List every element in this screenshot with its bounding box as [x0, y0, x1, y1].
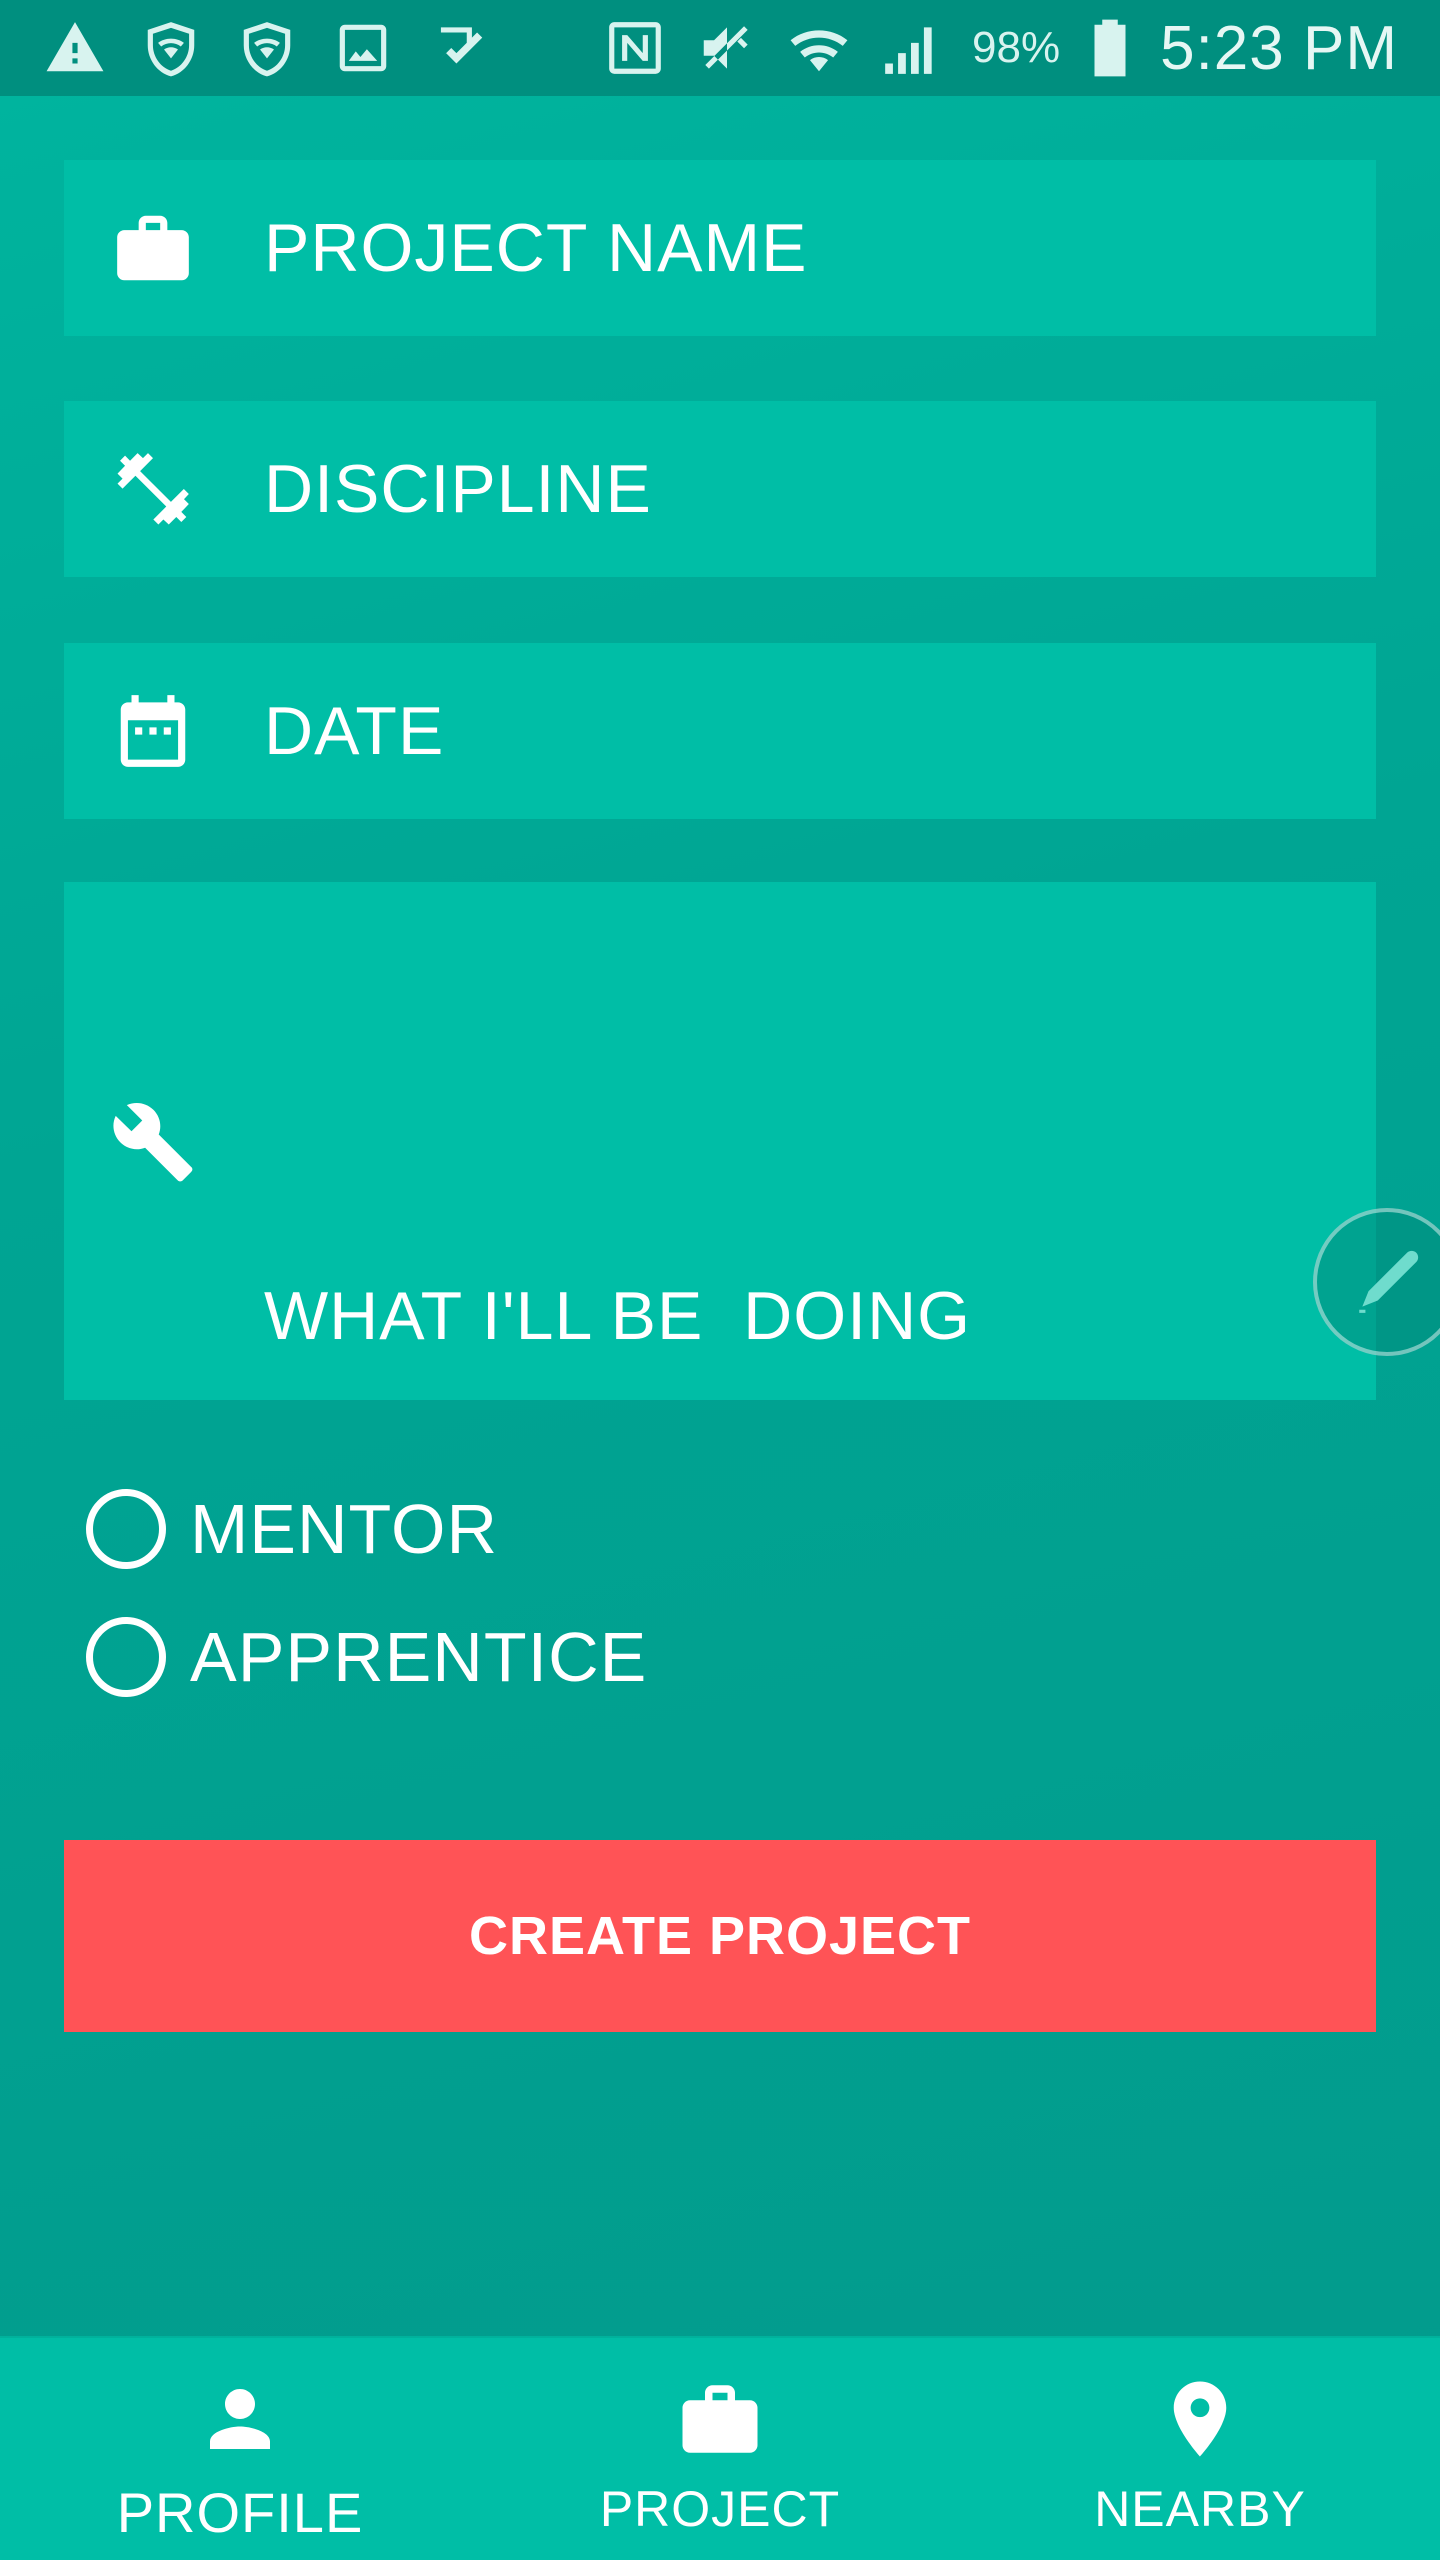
shield-wifi-icon — [140, 17, 202, 79]
create-project-button[interactable]: CREATE PROJECT — [64, 1840, 1376, 2032]
nav-project[interactable]: PROJECT — [480, 2338, 960, 2560]
bottom-nav: PROFILE PROJECT NEARBY — [0, 2336, 1440, 2560]
project-name-field[interactable]: PROJECT NAME — [64, 160, 1376, 336]
signal-icon — [880, 17, 942, 79]
battery-icon — [1090, 17, 1130, 79]
mentor-radio-circle[interactable] — [86, 1489, 166, 1569]
date-placeholder: DATE — [264, 693, 445, 769]
screen: 98% 5:23 PM PROJECT NAME DISCIPLINE DATE… — [0, 0, 1440, 2560]
apprentice-radio[interactable]: APPRENTICE — [86, 1612, 647, 1702]
location-pin-icon — [1173, 2381, 1227, 2457]
status-right-icons: 98% 5:23 PM — [604, 13, 1398, 84]
project-name-placeholder: PROJECT NAME — [264, 210, 808, 286]
briefcase-icon — [108, 203, 198, 293]
fitness-icon — [108, 444, 198, 534]
nav-nearby[interactable]: NEARBY — [960, 2338, 1440, 2560]
date-field[interactable]: DATE — [64, 643, 1376, 819]
wrench-icon — [108, 1097, 198, 1187]
mentor-radio[interactable]: MENTOR — [86, 1484, 498, 1574]
status-bar: 98% 5:23 PM — [0, 0, 1440, 96]
calendar-icon — [108, 686, 198, 776]
wifi-icon — [788, 17, 850, 79]
mute-icon — [696, 17, 758, 79]
mentor-label: MENTOR — [190, 1490, 499, 1568]
description-field[interactable]: WHAT I'LL BE DOING — [64, 882, 1376, 1400]
briefcase-icon — [682, 2385, 758, 2453]
nav-nearby-label: NEARBY — [1094, 2481, 1306, 2537]
status-left-icons — [44, 17, 490, 79]
discipline-field[interactable]: DISCIPLINE — [64, 401, 1376, 577]
description-placeholder: WHAT I'LL BE DOING — [264, 1278, 972, 1354]
clock: 5:23 PM — [1160, 13, 1398, 83]
person-icon — [210, 2389, 270, 2449]
discipline-placeholder: DISCIPLINE — [264, 451, 652, 527]
nav-profile-label: PROFILE — [116, 2481, 364, 2544]
image-icon — [332, 17, 394, 79]
apprentice-label: APPRENTICE — [190, 1618, 648, 1696]
nfc-icon — [604, 17, 666, 79]
nav-project-label: PROJECT — [599, 2481, 841, 2537]
nav-profile[interactable]: PROFILE — [0, 2338, 480, 2560]
apprentice-radio-circle[interactable] — [86, 1617, 166, 1697]
pencil-icon — [1350, 1245, 1424, 1319]
battery-percent: 98% — [972, 23, 1061, 72]
warning-icon — [44, 17, 106, 79]
shield-wifi-icon — [236, 17, 298, 79]
checkmark-icon — [428, 17, 490, 79]
